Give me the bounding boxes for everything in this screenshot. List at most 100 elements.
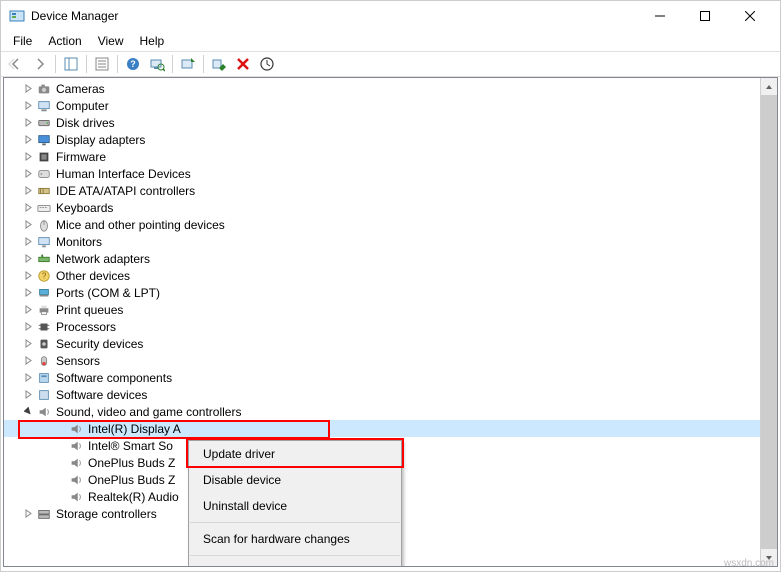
scan-changes-button[interactable] — [256, 53, 278, 75]
tree-node-hid[interactable]: Human Interface Devices — [4, 165, 777, 182]
close-button[interactable] — [727, 1, 772, 31]
hid-icon — [36, 166, 52, 182]
ctx-separator — [190, 555, 400, 556]
tree-node-sensor[interactable]: Sensors — [4, 352, 777, 369]
tree-node-other[interactable]: ? Other devices — [4, 267, 777, 284]
expand-icon[interactable] — [20, 254, 36, 263]
sensor-icon — [36, 353, 52, 369]
tree-label: Computer — [56, 99, 109, 113]
scroll-thumb[interactable] — [761, 95, 777, 549]
expand-icon[interactable] — [20, 356, 36, 365]
tree-node-computer[interactable]: Computer — [4, 97, 777, 114]
show-hide-tree-button[interactable] — [60, 53, 82, 75]
sound-icon — [68, 438, 84, 454]
swd-icon — [36, 387, 52, 403]
tree-label: Software components — [56, 371, 172, 385]
back-button[interactable] — [5, 53, 27, 75]
ctx-properties[interactable]: Properties — [189, 559, 401, 567]
tree-node-cpu[interactable]: Processors — [4, 318, 777, 335]
svg-text:?: ? — [130, 59, 136, 69]
properties-button[interactable] — [91, 53, 113, 75]
expand-icon[interactable] — [20, 322, 36, 331]
tree-node-camera[interactable]: Cameras — [4, 80, 777, 97]
expand-icon[interactable] — [20, 305, 36, 314]
minimize-button[interactable] — [637, 1, 682, 31]
tree-node-monitor[interactable]: Monitors — [4, 233, 777, 250]
ctx-update-driver[interactable]: Update driver — [189, 441, 401, 467]
expand-icon[interactable] — [20, 288, 36, 297]
tree-label: OnePlus Buds Z — [88, 473, 175, 487]
scroll-up-button[interactable] — [761, 78, 777, 95]
watermark: wsxdn.com — [724, 558, 774, 569]
sound-icon — [68, 455, 84, 471]
tree-node-print[interactable]: Print queues — [4, 301, 777, 318]
ctx-disable-device[interactable]: Disable device — [189, 467, 401, 493]
ide-icon — [36, 183, 52, 199]
tree-node-disk[interactable]: Disk drives — [4, 114, 777, 131]
ctx-scan-hardware[interactable]: Scan for hardware changes — [189, 526, 401, 552]
expand-icon[interactable] — [20, 220, 36, 229]
disable-device-button[interactable] — [208, 53, 230, 75]
port-icon — [36, 285, 52, 301]
svg-text:?: ? — [42, 271, 47, 280]
device-tree-panel: Cameras Computer Disk drives Display ada… — [3, 77, 778, 567]
monitor-icon — [36, 234, 52, 250]
expand-icon[interactable] — [20, 407, 36, 416]
menu-file[interactable]: File — [5, 32, 40, 50]
expand-icon[interactable] — [20, 101, 36, 110]
expand-icon[interactable] — [20, 203, 36, 212]
menu-action[interactable]: Action — [40, 32, 89, 50]
tree-node-network[interactable]: Network adapters — [4, 250, 777, 267]
expand-icon[interactable] — [20, 271, 36, 280]
toolbar-separator — [86, 55, 87, 73]
tree-node-display[interactable]: Display adapters — [4, 131, 777, 148]
expand-icon[interactable] — [20, 509, 36, 518]
tree-label: Display adapters — [56, 133, 145, 147]
tree-node-swd[interactable]: Software devices — [4, 386, 777, 403]
forward-button[interactable] — [29, 53, 51, 75]
expand-icon[interactable] — [20, 118, 36, 127]
tree-node-mouse[interactable]: Mice and other pointing devices — [4, 216, 777, 233]
expand-icon[interactable] — [20, 237, 36, 246]
uninstall-device-button[interactable] — [232, 53, 254, 75]
tree-node-sound[interactable]: Sound, video and game controllers — [4, 403, 777, 420]
tree-node-keyboard[interactable]: Keyboards — [4, 199, 777, 216]
expand-icon[interactable] — [20, 169, 36, 178]
tree-label: Network adapters — [56, 252, 150, 266]
tree-child-node[interactable]: Intel(R) Display A — [4, 420, 777, 437]
tree-label: Firmware — [56, 150, 106, 164]
tree-node-firmware[interactable]: Firmware — [4, 148, 777, 165]
expand-icon[interactable] — [20, 339, 36, 348]
tree-node-port[interactable]: Ports (COM & LPT) — [4, 284, 777, 301]
vertical-scrollbar[interactable] — [760, 78, 777, 566]
tree-label: Monitors — [56, 235, 102, 249]
tree-label: Print queues — [56, 303, 123, 317]
expand-icon[interactable] — [20, 135, 36, 144]
tree-label: Intel® Smart So — [88, 439, 173, 453]
scan-hardware-button[interactable] — [146, 53, 168, 75]
app-icon — [9, 8, 25, 24]
swc-icon — [36, 370, 52, 386]
toolbar-separator — [203, 55, 204, 73]
menu-view[interactable]: View — [90, 32, 132, 50]
help-button[interactable]: ? — [122, 53, 144, 75]
expand-icon[interactable] — [20, 152, 36, 161]
expand-icon[interactable] — [20, 84, 36, 93]
menu-bar: File Action View Help — [1, 31, 780, 51]
tree-label: Disk drives — [56, 116, 115, 130]
tree-node-security[interactable]: Security devices — [4, 335, 777, 352]
storage-icon — [36, 506, 52, 522]
tree-node-swc[interactable]: Software components — [4, 369, 777, 386]
menu-help[interactable]: Help — [132, 32, 173, 50]
tree-label: IDE ATA/ATAPI controllers — [56, 184, 195, 198]
maximize-button[interactable] — [682, 1, 727, 31]
ctx-uninstall-device[interactable]: Uninstall device — [189, 493, 401, 519]
expand-icon[interactable] — [20, 186, 36, 195]
expand-icon[interactable] — [20, 373, 36, 382]
expand-icon[interactable] — [20, 390, 36, 399]
tree-node-ide[interactable]: IDE ATA/ATAPI controllers — [4, 182, 777, 199]
update-driver-button[interactable] — [177, 53, 199, 75]
title-bar: Device Manager — [1, 1, 780, 31]
window-title: Device Manager — [31, 9, 637, 23]
ctx-separator — [190, 522, 400, 523]
